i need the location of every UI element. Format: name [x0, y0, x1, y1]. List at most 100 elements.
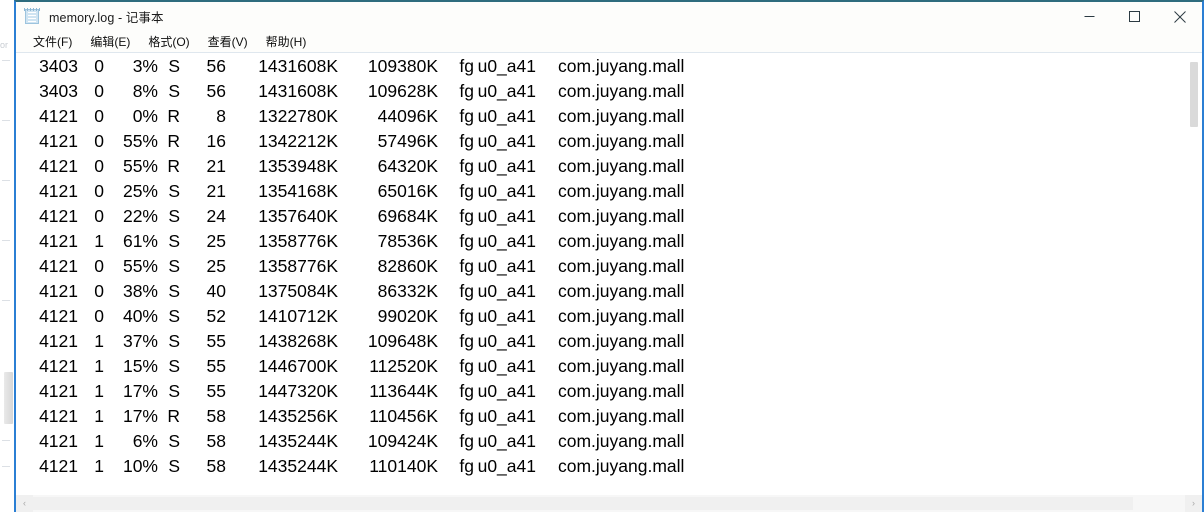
log-cell-vss: 1435244K: [258, 431, 338, 451]
log-cell-vss: 1435256K: [258, 406, 338, 426]
log-cell-uid: u0_a41: [477, 156, 536, 176]
log-cell-threads: 40: [206, 281, 226, 301]
log-cell-pid: 4121: [39, 281, 78, 301]
log-cell-foreground: fg: [459, 206, 474, 226]
log-cell-process: com.juyang.mall: [558, 231, 685, 251]
menu-view[interactable]: 查看(V): [199, 32, 257, 52]
horizontal-scroll-thumb[interactable]: [33, 497, 1133, 510]
log-line: 4121 1 61% S 25 1358776K 78536K fg u0_a41 com.juy…: [16, 231, 1202, 256]
log-cell-cpu-percent: 17%: [122, 406, 158, 426]
log-cell-threads: 24: [206, 206, 226, 226]
desktop-artifact-tick: [2, 180, 10, 181]
log-cell-pid: 4121: [39, 406, 78, 426]
log-cell-threads: 58: [206, 406, 226, 426]
log-cell-foreground: fg: [459, 381, 474, 401]
vertical-scrollbar[interactable]: [1187, 53, 1202, 494]
log-cell-vss: 1410712K: [258, 306, 338, 326]
log-cell-process: com.juyang.mall: [558, 56, 685, 76]
log-cell-process: com.juyang.mall: [558, 356, 685, 376]
log-cell-uid: u0_a41: [477, 106, 536, 126]
log-cell-uid: u0_a41: [477, 331, 536, 351]
log-cell-threads: 58: [206, 431, 226, 451]
log-cell-state: S: [168, 231, 180, 251]
title-bar[interactable]: memory.log - 记事本: [16, 2, 1202, 31]
log-cell-process: com.juyang.mall: [558, 281, 685, 301]
log-line: 4121 1 17% R 58 1435256K 110456K fg u0_a41 com.ju…: [16, 406, 1202, 431]
desktop-left-text: or: [0, 40, 9, 50]
log-line: 3403 0 8% S 56 1431608K 109628K fg u0_a41 com.juy…: [16, 81, 1202, 106]
horizontal-scrollbar[interactable]: ‹ ›: [16, 494, 1202, 512]
log-cell-cpu-core: 1: [94, 331, 104, 351]
log-cell-uid: u0_a41: [477, 231, 536, 251]
log-cell-rss: 109648K: [367, 331, 438, 351]
log-cell-uid: u0_a41: [477, 256, 536, 276]
close-button[interactable]: [1157, 2, 1202, 31]
log-cell-uid: u0_a41: [477, 456, 536, 476]
log-cell-state: R: [167, 106, 180, 126]
log-cell-cpu-core: 1: [94, 356, 104, 376]
log-cell-cpu-percent: 8%: [132, 81, 158, 101]
log-cell-state: S: [168, 281, 180, 301]
log-cell-rss: 109380K: [367, 56, 438, 76]
log-line: 4121 0 0% R 8 1322780K 44096K fg u0_a41 com.juyan…: [16, 106, 1202, 131]
maximize-button[interactable]: [1112, 2, 1157, 31]
log-cell-foreground: fg: [459, 431, 474, 451]
log-cell-foreground: fg: [459, 256, 474, 276]
log-cell-cpu-percent: 38%: [122, 281, 158, 301]
horizontal-scroll-track[interactable]: [33, 495, 1185, 512]
desktop-artifact-tick: [2, 300, 10, 301]
close-icon: [1173, 10, 1186, 23]
log-line: 4121 0 55% S 25 1358776K 82860K fg u0_a41 com.juy…: [16, 256, 1202, 281]
log-cell-rss: 65016K: [377, 181, 438, 201]
log-cell-state: S: [168, 431, 180, 451]
log-cell-cpu-core: 1: [94, 381, 104, 401]
log-cell-pid: 4121: [39, 306, 78, 326]
vertical-scroll-thumb[interactable]: [1190, 62, 1198, 127]
log-cell-threads: 25: [206, 231, 226, 251]
text-editor[interactable]: 3403 0 3% S 56 1431608K 109380K fg u0_a41 com.juy…: [16, 53, 1202, 494]
log-cell-cpu-core: 0: [94, 181, 104, 201]
log-line: 4121 1 6% S 58 1435244K 109424K fg u0_a41 com.juy…: [16, 431, 1202, 456]
log-cell-foreground: fg: [459, 406, 474, 426]
log-cell-foreground: fg: [459, 231, 474, 251]
desktop-artifact-tick: [2, 466, 10, 467]
log-cell-threads: 56: [206, 81, 226, 101]
log-cell-state: S: [168, 206, 180, 226]
log-cell-threads: 55: [206, 356, 226, 376]
log-cell-process: com.juyang.mall: [558, 456, 685, 476]
scroll-left-arrow-icon[interactable]: ‹: [16, 495, 33, 512]
scroll-right-arrow-icon[interactable]: ›: [1185, 495, 1202, 512]
log-line: 4121 1 17% S 55 1447320K 113644K fg u0_a41 com.ju…: [16, 381, 1202, 406]
menu-format[interactable]: 格式(O): [139, 32, 198, 52]
log-cell-rss: 112520K: [369, 356, 438, 376]
log-cell-uid: u0_a41: [477, 356, 536, 376]
log-cell-state: S: [168, 181, 180, 201]
minimize-button[interactable]: [1067, 2, 1112, 31]
menu-edit[interactable]: 编辑(E): [81, 32, 139, 52]
log-cell-threads: 55: [206, 381, 226, 401]
log-line: 4121 0 55% R 16 1342212K 57496K fg u0_a41 com.juy…: [16, 131, 1202, 156]
menu-help[interactable]: 帮助(H): [257, 32, 316, 52]
log-cell-threads: 25: [206, 256, 226, 276]
log-cell-cpu-percent: 25%: [122, 181, 158, 201]
log-cell-cpu-percent: 40%: [122, 306, 158, 326]
log-cell-uid: u0_a41: [477, 281, 536, 301]
log-line: 4121 0 55% R 21 1353948K 64320K fg u0_a41 com.juy…: [16, 156, 1202, 181]
notepad-icon: [24, 8, 41, 25]
log-cell-pid: 4121: [39, 356, 78, 376]
log-cell-pid: 4121: [39, 231, 78, 251]
log-cell-uid: u0_a41: [477, 381, 536, 401]
log-cell-state: S: [168, 381, 180, 401]
maximize-icon: [1129, 11, 1140, 22]
log-cell-uid: u0_a41: [477, 56, 536, 76]
log-cell-vss: 1358776K: [258, 231, 338, 251]
log-cell-pid: 3403: [39, 56, 78, 76]
log-line: 4121 0 40% S 52 1410712K 99020K fg u0_a41 com.juy…: [16, 306, 1202, 331]
log-cell-cpu-percent: 17%: [122, 381, 158, 401]
log-cell-uid: u0_a41: [477, 131, 536, 151]
log-line: 4121 0 25% S 21 1354168K 65016K fg u0_a41 com.juy…: [16, 181, 1202, 206]
menu-file[interactable]: 文件(F): [24, 32, 81, 52]
log-cell-cpu-percent: 55%: [122, 131, 158, 151]
log-cell-rss: 64320K: [377, 156, 438, 176]
log-cell-cpu-percent: 6%: [132, 431, 158, 451]
